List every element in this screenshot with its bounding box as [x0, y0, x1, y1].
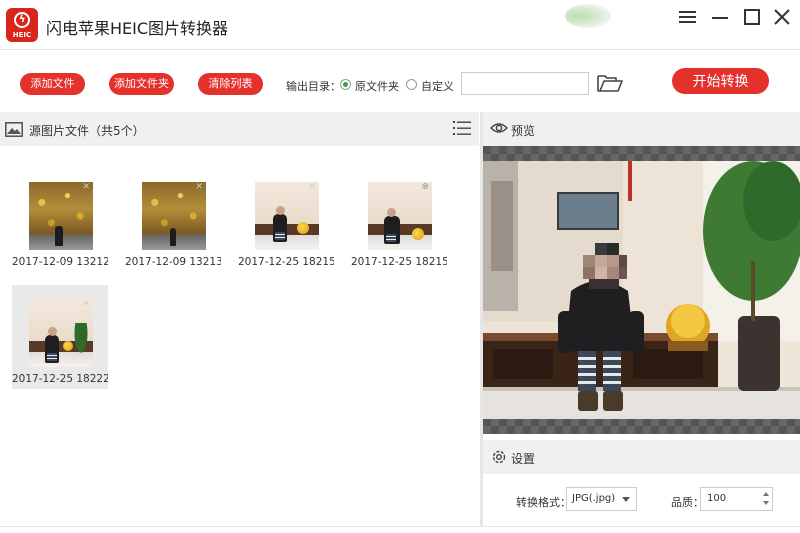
- app-logo: ϟ HEIC: [6, 8, 38, 42]
- remove-file-icon[interactable]: ✕: [82, 183, 90, 192]
- file-item-selected[interactable]: ✕ 2017-12-25 18222...: [12, 285, 108, 389]
- start-convert-button[interactable]: 开始转换: [672, 68, 769, 94]
- image-icon: [5, 122, 23, 137]
- source-file-grid: ✕ 2017-12-09 13212... ✕ 2017-12-09 13213…: [0, 146, 479, 526]
- file-name: 2017-12-09 13212...: [12, 256, 108, 268]
- radio-custom[interactable]: [406, 79, 417, 90]
- hamburger-icon[interactable]: [676, 6, 700, 28]
- increment-icon[interactable]: [763, 492, 769, 496]
- status-bar: [0, 526, 800, 533]
- remove-file-icon[interactable]: ✕: [195, 183, 203, 192]
- radio-custom-label[interactable]: 自定义: [421, 78, 454, 94]
- logo-text: HEIC: [12, 31, 32, 39]
- format-label: 转换格式：: [516, 496, 571, 509]
- remove-file-icon[interactable]: ✕: [82, 300, 90, 309]
- app-title: 闪电苹果HEIC图片转换器: [46, 19, 229, 38]
- file-name: 2017-12-25 18215...: [351, 256, 447, 268]
- eye-icon: [490, 121, 508, 135]
- folder-open-icon[interactable]: [597, 73, 623, 93]
- file-item[interactable]: ✕ 2017-12-25 18215...: [238, 168, 334, 272]
- quality-stepper[interactable]: 100: [700, 487, 773, 511]
- maximize-icon[interactable]: [740, 6, 764, 28]
- preview-canvas: [483, 146, 800, 434]
- chevron-down-icon: [622, 497, 630, 502]
- quality-value: 100: [707, 493, 727, 504]
- format-value: JPG(.jpg): [572, 493, 616, 504]
- output-path-input[interactable]: [461, 72, 589, 95]
- file-name: 2017-12-09 13213...: [125, 256, 221, 268]
- settings-title: 设置: [511, 452, 536, 466]
- list-view-icon[interactable]: [453, 119, 471, 137]
- file-thumbnail: ✕: [255, 182, 319, 250]
- file-thumbnail: ✕: [29, 182, 93, 250]
- source-panel-title: 源图片文件（共5个）: [29, 124, 145, 138]
- clear-list-button[interactable]: 清除列表: [198, 73, 263, 95]
- file-thumbnail: ✕: [29, 299, 93, 367]
- file-item[interactable]: ⊗ 2017-12-25 18215...: [351, 168, 447, 272]
- add-folder-button[interactable]: 添加文件夹: [109, 73, 174, 95]
- file-name: 2017-12-25 18222...: [12, 373, 108, 385]
- format-select[interactable]: JPG(.jpg): [566, 487, 637, 511]
- lightning-icon: ϟ: [19, 14, 26, 25]
- preview-image: [483, 161, 800, 419]
- gear-icon: [490, 448, 508, 466]
- file-name: 2017-12-25 18215...: [238, 256, 334, 268]
- file-item[interactable]: ✕ 2017-12-09 13213...: [125, 168, 221, 272]
- blurred-avatar: [565, 4, 611, 28]
- title-bar: ϟ HEIC 闪电苹果HEIC图片转换器: [0, 0, 800, 50]
- add-file-button[interactable]: 添加文件: [20, 73, 85, 95]
- decrement-icon[interactable]: [763, 501, 769, 505]
- file-thumbnail: ✕: [142, 182, 206, 250]
- remove-file-icon[interactable]: ✕: [308, 183, 316, 192]
- file-item[interactable]: ✕ 2017-12-09 13212...: [12, 168, 108, 272]
- remove-file-icon[interactable]: ⊗: [421, 183, 429, 192]
- radio-original-label[interactable]: 原文件夹: [355, 78, 399, 94]
- source-panel-header: 源图片文件（共5个）: [0, 112, 479, 146]
- file-thumbnail: ⊗: [368, 182, 432, 250]
- output-dir-label: 输出目录：: [286, 80, 341, 93]
- radio-original-folder[interactable]: [340, 79, 351, 90]
- close-icon[interactable]: [770, 6, 794, 28]
- minimize-icon[interactable]: [708, 6, 732, 28]
- preview-title: 预览: [511, 124, 536, 138]
